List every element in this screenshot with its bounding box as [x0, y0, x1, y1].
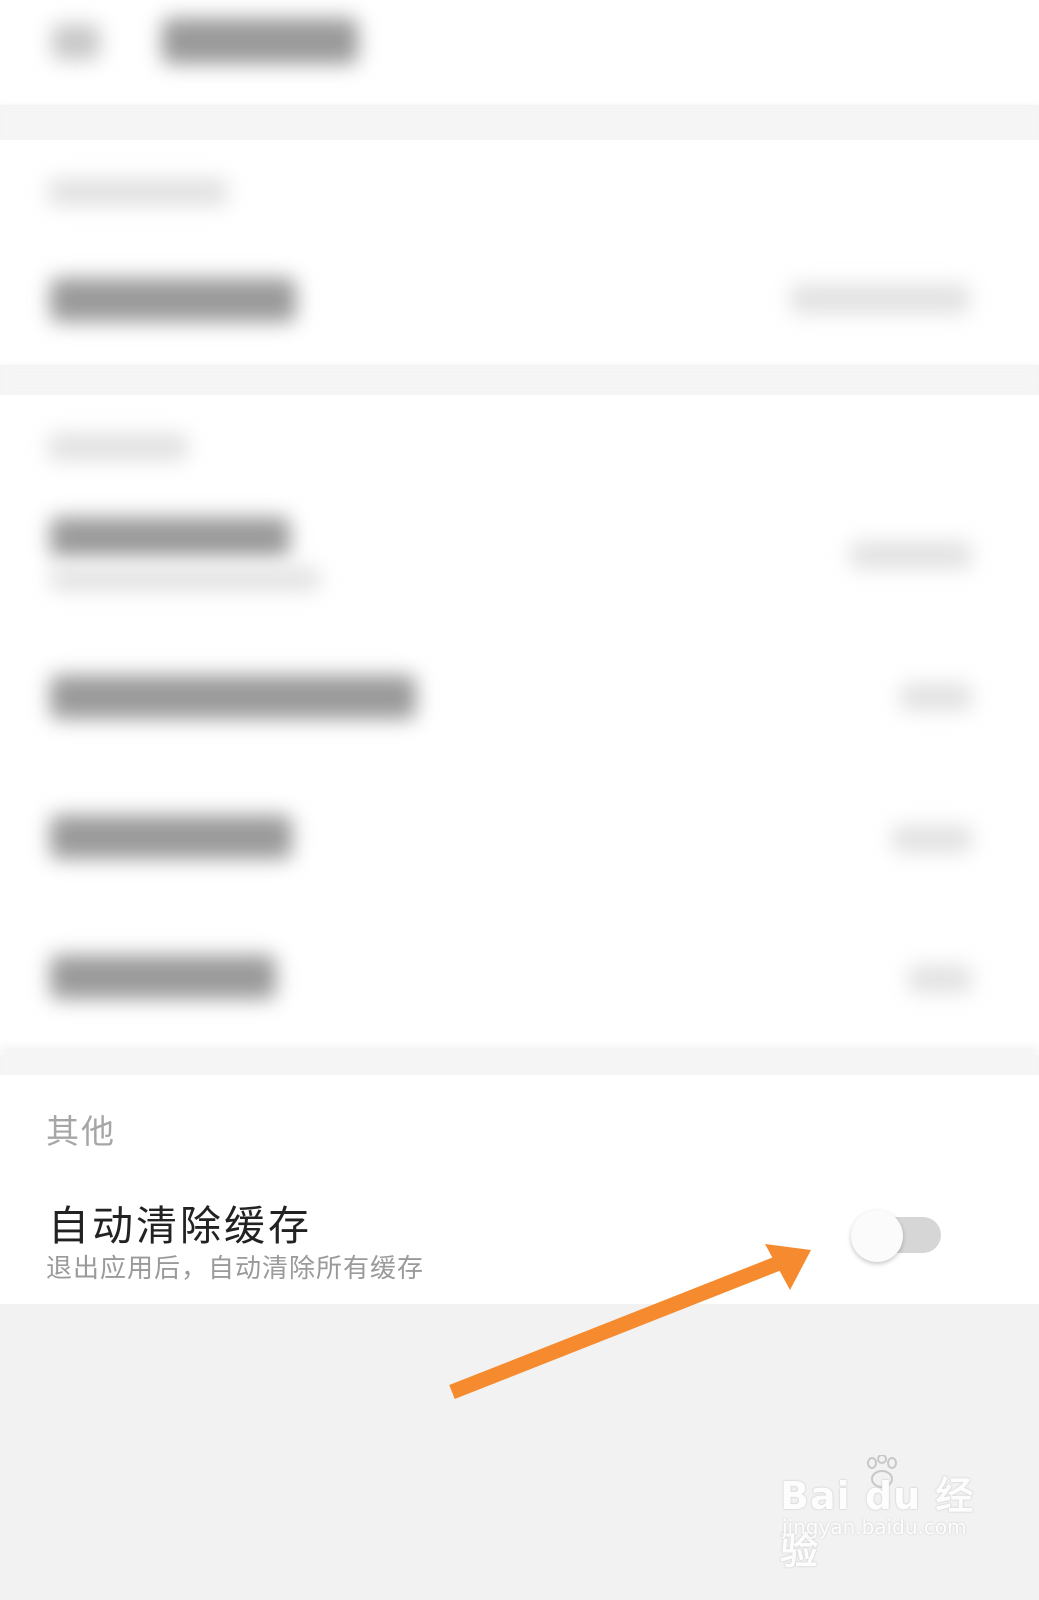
auto-clear-cache-toggle[interactable] [851, 1210, 942, 1262]
setting-description: 退出应用后，自动清除所有缓存 [46, 1254, 425, 1284]
section-header-blurred [48, 178, 228, 206]
setting-value-blurred[interactable] [900, 683, 972, 711]
setting-value-blurred[interactable] [850, 541, 972, 569]
baidu-watermark: Bai du 经验 jingyan.baidu.com [780, 1455, 980, 1573]
toggle-knob [851, 1210, 903, 1262]
setting-label-blurred[interactable] [50, 517, 290, 557]
auto-clear-cache-row[interactable]: 自动清除缓存 退出应用后，自动清除所有缓存 [0, 1170, 1039, 1304]
setting-label-blurred[interactable] [50, 815, 292, 859]
setting-value-blurred[interactable] [892, 825, 972, 853]
setting-subtext-blurred [50, 567, 320, 591]
setting-label-blurred[interactable] [50, 955, 276, 999]
setting-label-blurred[interactable] [50, 675, 416, 719]
settings-card-blurred-1 [0, 140, 1039, 365]
app-header [0, 0, 1039, 105]
section-gap [0, 365, 1039, 395]
watermark-url: jingyan.baidu.com [782, 1515, 967, 1539]
setting-value-blurred[interactable] [908, 965, 972, 993]
setting-label-blurred[interactable] [50, 278, 296, 322]
settings-screen: 其他 自动清除缓存 退出应用后，自动清除所有缓存 Bai du 经验 jingy… [0, 0, 1039, 1600]
section-title: 其他 [46, 1112, 116, 1151]
background-smudge [440, 500, 780, 920]
setting-title: 自动清除缓存 [48, 1202, 312, 1250]
back-icon[interactable] [52, 24, 100, 60]
page-title-blurred [162, 18, 358, 64]
section-header-blurred [48, 433, 188, 461]
setting-value-blurred[interactable] [790, 284, 970, 314]
